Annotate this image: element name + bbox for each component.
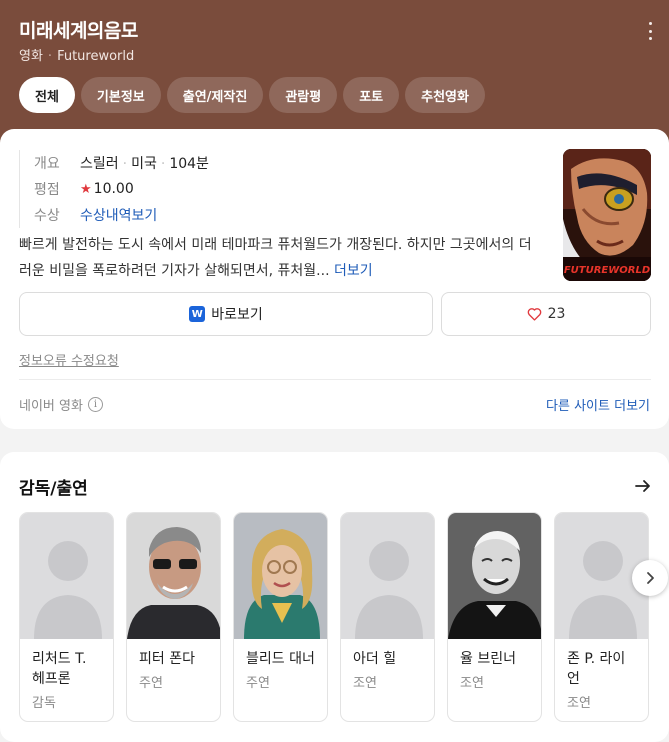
watch-button[interactable]: W 바로보기 bbox=[19, 292, 433, 336]
category-label: 영화 bbox=[19, 49, 43, 64]
cast-role: 조연 bbox=[567, 696, 591, 711]
more-options-icon[interactable] bbox=[647, 22, 653, 40]
overview-row: 개요 스릴러 · 미국 · 104분 bbox=[34, 150, 209, 176]
runtime: 104분 bbox=[169, 156, 209, 172]
awards-row: 수상 수상내역보기 bbox=[34, 202, 209, 228]
awards-key: 수상 bbox=[34, 208, 60, 224]
chevron-right-icon bbox=[647, 572, 654, 584]
person-photo bbox=[234, 513, 327, 639]
tab-reviews[interactable]: 관람평 bbox=[269, 77, 338, 113]
like-count: 23 bbox=[547, 306, 566, 322]
source-info: 네이버 영화 i bbox=[19, 395, 103, 414]
person-placeholder-icon bbox=[20, 513, 113, 639]
synopsis-text: 빠르게 발전하는 도시 속에서 미래 테마파크 퓨처월드가 개장된다. 하지만 … bbox=[19, 237, 532, 279]
like-button[interactable]: 23 bbox=[441, 292, 651, 336]
tab-recommended[interactable]: 추천영화 bbox=[405, 77, 485, 113]
cast-role: 조연 bbox=[353, 676, 377, 691]
more-sites-link[interactable]: 다른 사이트 더보기 bbox=[546, 395, 650, 414]
rating-row: 평점 ★ 10.00 bbox=[34, 176, 209, 202]
cast-name: 아더 힐 bbox=[353, 651, 397, 667]
arrow-right-icon[interactable] bbox=[633, 476, 653, 496]
cast-name: 블리드 대너 bbox=[246, 651, 315, 667]
english-title: Futureworld bbox=[57, 49, 135, 64]
movie-subtitle: 영화 · Futureworld bbox=[19, 49, 135, 64]
divider bbox=[19, 379, 651, 380]
movie-poster[interactable]: FUTUREWORLD bbox=[563, 149, 651, 281]
poster-caption: FUTUREWORLD bbox=[564, 265, 650, 276]
cast-item[interactable]: 블리드 대너 주연 bbox=[233, 512, 328, 722]
cast-name: 율 브린너 bbox=[460, 651, 516, 667]
person-photo bbox=[127, 513, 220, 639]
cast-item[interactable]: 피터 폰다 주연 bbox=[126, 512, 221, 722]
tab-photos[interactable]: 포토 bbox=[343, 77, 400, 113]
watcha-logo-icon: W bbox=[189, 306, 206, 322]
cast-section-title: 감독/출연 bbox=[19, 479, 88, 499]
tab-basic-info[interactable]: 기본정보 bbox=[80, 77, 161, 113]
heart-icon bbox=[527, 308, 541, 321]
cast-item[interactable]: 존 P. 라이언 조연 bbox=[554, 512, 649, 722]
cast-role: 주연 bbox=[246, 676, 270, 691]
page-title: 미래세계의음모 bbox=[19, 20, 138, 42]
cast-item[interactable]: 리처드 T. 헤프론 감독 bbox=[19, 512, 114, 722]
info-icon[interactable]: i bbox=[87, 397, 103, 412]
genre: 스릴러 bbox=[80, 156, 119, 172]
synopsis: 빠르게 발전하는 도시 속에서 미래 테마파크 퓨처월드가 개장된다. 하지만 … bbox=[19, 232, 539, 284]
overview-key: 개요 bbox=[34, 156, 60, 172]
tab-cast-crew[interactable]: 출연/제작진 bbox=[166, 77, 264, 113]
tab-all[interactable]: 전체 bbox=[19, 77, 75, 113]
cast-item[interactable]: 아더 힐 조연 bbox=[340, 512, 435, 722]
cast-role: 조연 bbox=[460, 676, 484, 691]
rating-key: 평점 bbox=[34, 182, 60, 198]
report-error-link[interactable]: 정보오류 수정요청 bbox=[19, 350, 119, 369]
cast-name: 피터 폰다 bbox=[139, 651, 195, 667]
cast-list: 리처드 T. 헤프론 감독 피터 폰다 주연 블리드 대너 주연 아더 힐 조연… bbox=[19, 512, 649, 722]
rating-value: 10.00 bbox=[93, 181, 134, 197]
source-label: 네이버 영화 bbox=[19, 399, 83, 414]
carousel-next-button[interactable] bbox=[632, 560, 668, 596]
star-icon: ★ bbox=[80, 182, 92, 197]
watch-label: 바로보기 bbox=[211, 307, 263, 323]
person-placeholder-icon bbox=[341, 513, 434, 639]
country: 미국 bbox=[131, 156, 157, 172]
cast-role: 감독 bbox=[32, 696, 56, 711]
info-list: 개요 스릴러 · 미국 · 104분 평점 ★ 10.00 수상 수상내역보기 bbox=[19, 150, 209, 228]
cast-name: 리처드 T. 헤프론 bbox=[32, 651, 87, 687]
cast-name: 존 P. 라이언 bbox=[567, 651, 626, 687]
cast-role: 주연 bbox=[139, 676, 163, 691]
person-photo bbox=[448, 513, 541, 639]
synopsis-more-link[interactable]: 더보기 bbox=[334, 263, 373, 279]
awards-link[interactable]: 수상내역보기 bbox=[80, 205, 157, 225]
tab-bar: 전체 기본정보 출연/제작진 관람평 포토 추천영화 bbox=[19, 77, 485, 113]
cast-item[interactable]: 율 브린너 조연 bbox=[447, 512, 542, 722]
